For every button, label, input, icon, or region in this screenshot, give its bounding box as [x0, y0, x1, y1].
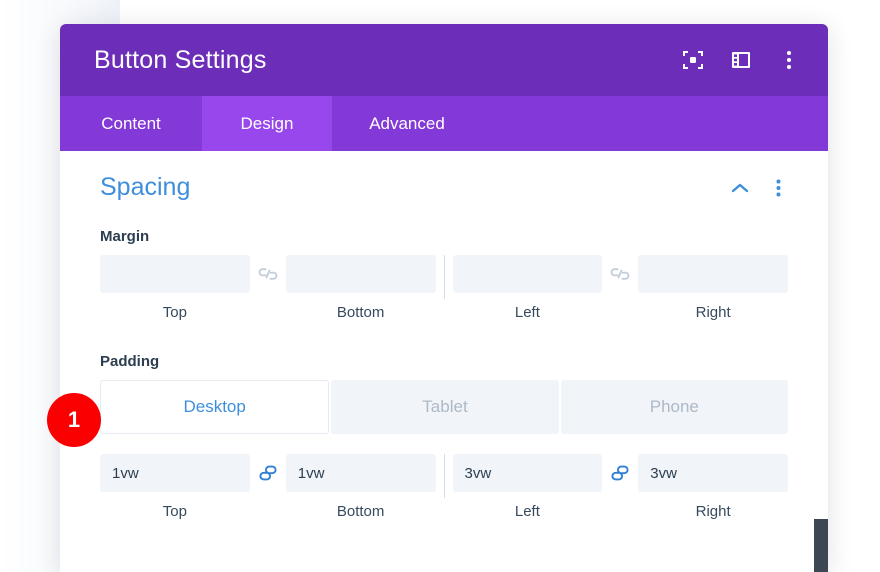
section-tools: [730, 178, 788, 198]
margin-horizontal-broken-link-icon[interactable]: [602, 255, 638, 293]
margin-right-cell: Right: [638, 255, 788, 321]
margin-top-cell: Top: [100, 255, 250, 321]
header-actions: [680, 47, 802, 73]
padding-bottom-input[interactable]: [286, 454, 436, 492]
margin-vertical-group: Top Bottom: [100, 255, 436, 321]
padding-left-caption: Left: [453, 503, 603, 520]
padding-top-input[interactable]: [100, 454, 250, 492]
padding-left-input[interactable]: [453, 454, 603, 492]
margin-fields-row: Top Bottom: [100, 255, 788, 321]
margin-group-divider: [444, 255, 445, 299]
margin-right-caption: Right: [638, 304, 788, 321]
padding-right-cell: Right: [638, 454, 788, 520]
step-number-badge: 1: [47, 393, 101, 447]
padding-top-caption: Top: [100, 503, 250, 520]
more-vertical-icon[interactable]: [776, 47, 802, 73]
padding-right-input[interactable]: [638, 454, 788, 492]
margin-horizontal-group: Left Right: [453, 255, 789, 321]
tab-advanced[interactable]: Advanced: [332, 96, 482, 151]
tab-content[interactable]: Content: [60, 96, 202, 151]
margin-left-cell: Left: [453, 255, 603, 321]
section-more-vertical-icon[interactable]: [768, 178, 788, 198]
margin-left-input[interactable]: [453, 255, 603, 293]
padding-bottom-caption: Bottom: [286, 503, 436, 520]
margin-bottom-caption: Bottom: [286, 304, 436, 321]
page-title: Button Settings: [94, 46, 680, 75]
padding-top-cell: Top: [100, 454, 250, 520]
margin-vertical-broken-link-icon[interactable]: [250, 255, 286, 293]
layout-panel-icon[interactable]: [728, 47, 754, 73]
button-settings-modal: Button Settings: [60, 24, 828, 572]
modal-header: Button Settings: [60, 24, 828, 96]
section-title: Spacing: [100, 173, 730, 202]
margin-top-input[interactable]: [100, 255, 250, 293]
device-tab-tablet[interactable]: Tablet: [331, 380, 558, 434]
spacing-section-header: Spacing: [100, 151, 788, 202]
padding-group-divider: [444, 454, 445, 498]
chevron-up-icon[interactable]: [730, 178, 750, 198]
margin-top-caption: Top: [100, 304, 250, 321]
modal-tabbar: Content Design Advanced: [60, 96, 828, 151]
padding-horizontal-linked-chain-icon[interactable]: [602, 454, 638, 492]
padding-fields-row: Top Bottom: [100, 454, 788, 520]
padding-horizontal-group: Left Right: [453, 454, 789, 520]
padding-left-cell: Left: [453, 454, 603, 520]
padding-device-tabs: Desktop Tablet Phone: [100, 380, 788, 434]
margin-label: Margin: [100, 228, 788, 245]
focus-target-icon[interactable]: [680, 47, 706, 73]
padding-vertical-group: Top Bottom: [100, 454, 436, 520]
padding-label: Padding: [100, 353, 788, 370]
margin-left-caption: Left: [453, 304, 603, 321]
padding-right-caption: Right: [638, 503, 788, 520]
padding-bottom-cell: Bottom: [286, 454, 436, 520]
device-tab-phone[interactable]: Phone: [561, 380, 788, 434]
scrollbar-track[interactable]: [814, 151, 828, 572]
margin-right-input[interactable]: [638, 255, 788, 293]
padding-vertical-linked-chain-icon[interactable]: [250, 454, 286, 492]
modal-body: Spacing Margin: [60, 151, 828, 572]
scrollbar-thumb[interactable]: [814, 519, 828, 572]
device-tab-desktop[interactable]: Desktop: [100, 380, 329, 434]
margin-bottom-cell: Bottom: [286, 255, 436, 321]
margin-bottom-input[interactable]: [286, 255, 436, 293]
tab-design[interactable]: Design: [202, 96, 332, 151]
